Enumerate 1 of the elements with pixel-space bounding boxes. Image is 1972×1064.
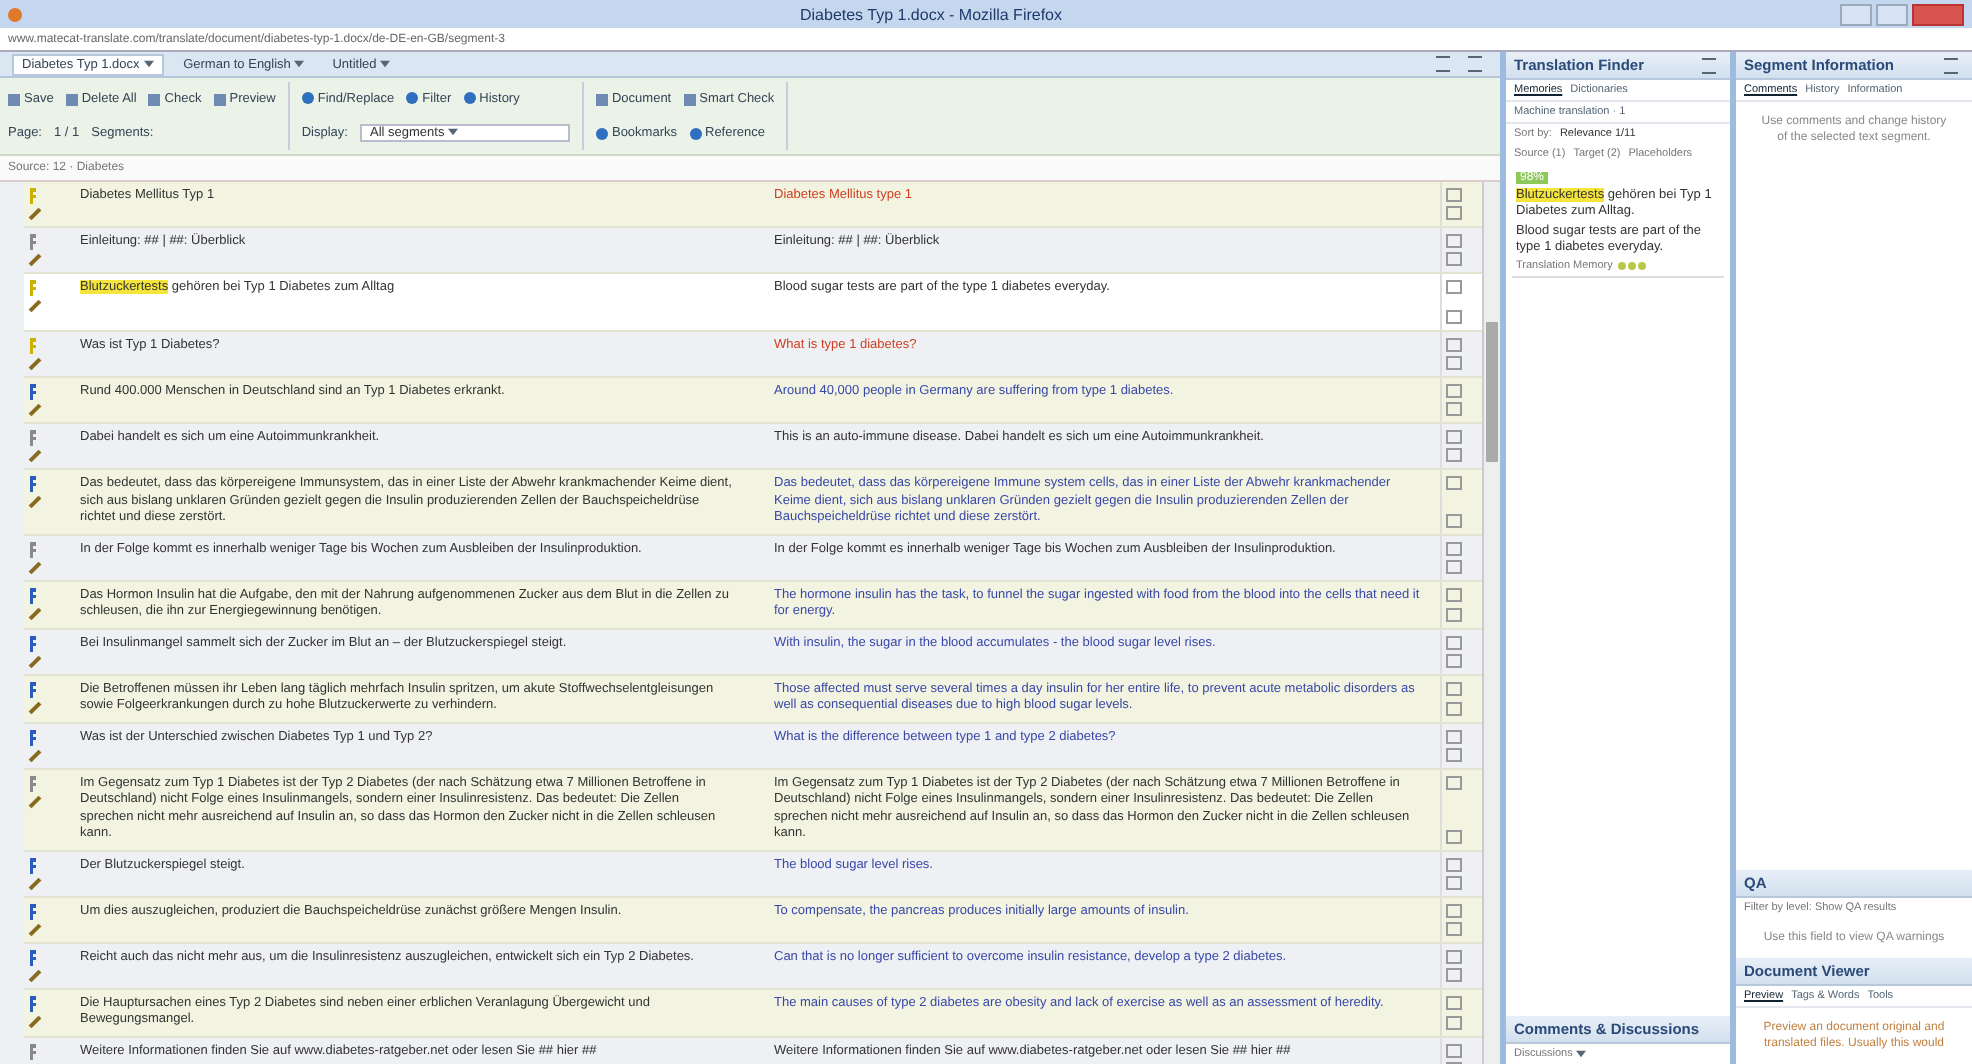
- window-title: Diabetes Typ 1.docx - Mozilla Firefox: [797, 5, 1064, 23]
